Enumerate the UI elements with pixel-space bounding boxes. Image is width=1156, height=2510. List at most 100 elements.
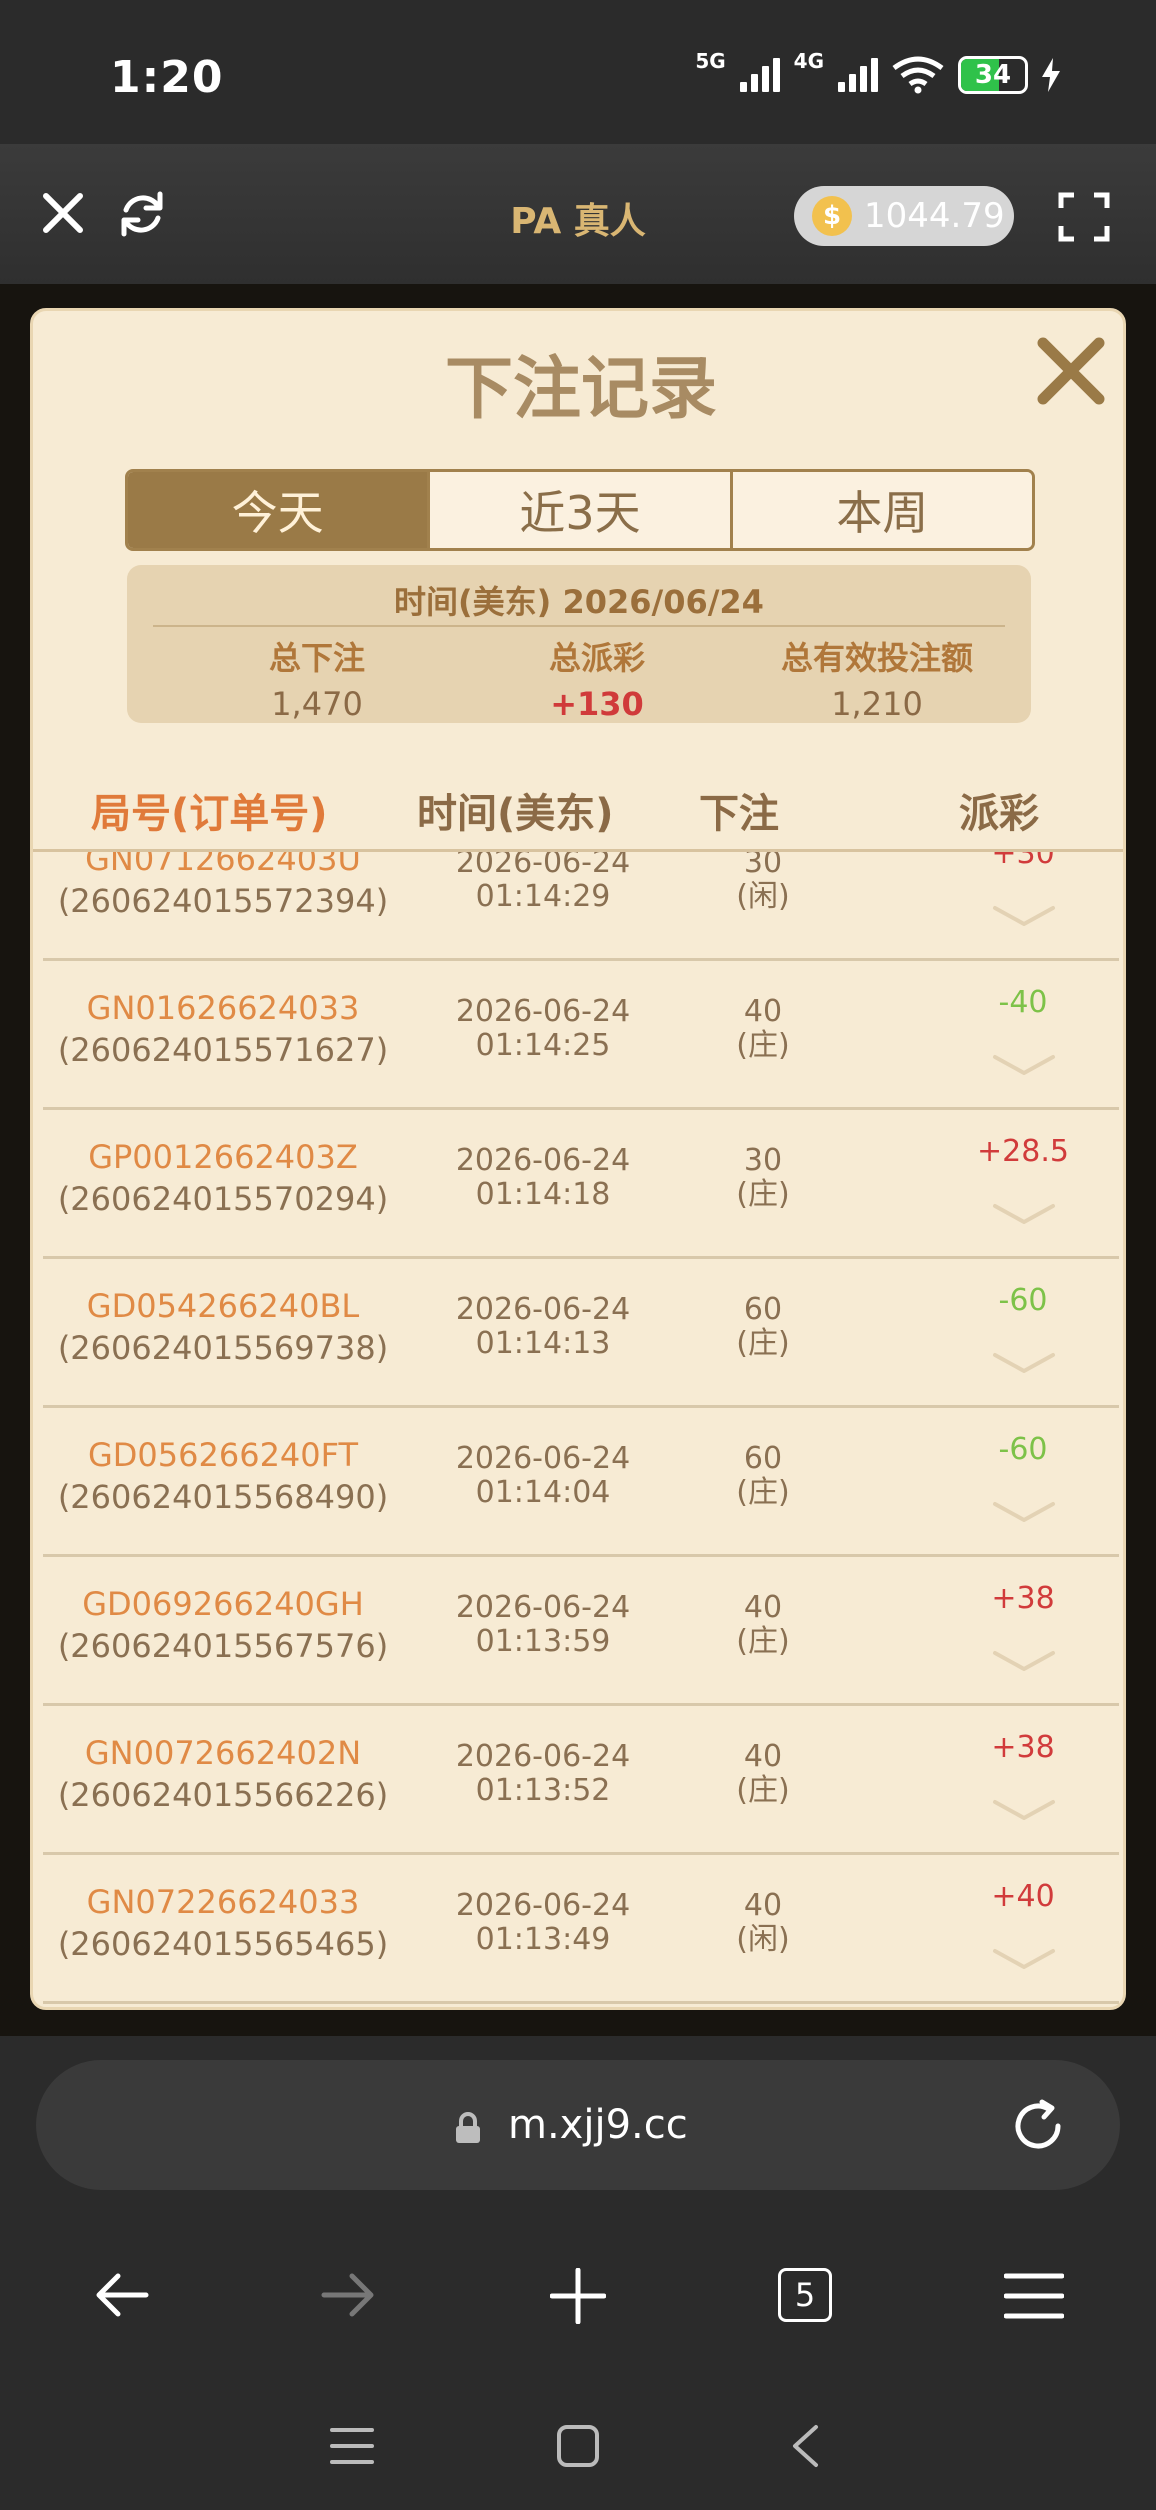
bet-cell: 30 (闲) <box>703 852 823 914</box>
game-id: GD069266240GH <box>82 1585 364 1623</box>
battery-icon: 34 <box>958 56 1028 94</box>
home-icon[interactable] <box>556 2424 600 2468</box>
payout-value: -40 <box>998 985 1048 1020</box>
bet-date: 2026-06-24 <box>455 1590 631 1625</box>
bet-date: 2026-06-24 <box>455 1143 631 1178</box>
table-row[interactable]: GN01626624033 (260624015571627) 2026-06-24… <box>43 961 1119 1110</box>
balance-value: 1044.79 <box>864 196 1005 236</box>
chevron-down-icon[interactable] <box>991 1947 1057 1971</box>
bet-time: 01:14:25 <box>475 1028 611 1063</box>
total-payout-value: +130 <box>550 685 644 723</box>
game-id: GN07226624033 <box>86 1883 360 1921</box>
network-type-2: 4G <box>793 49 824 73</box>
order-number: (260624015571627) <box>57 1031 389 1069</box>
bet-cell: 40 (闲) <box>703 1889 823 1957</box>
divider <box>153 625 1005 627</box>
tab-last-3-days[interactable]: 近3天 <box>430 472 733 548</box>
signal-icon <box>739 58 780 92</box>
url-text: m.xjj9.cc <box>508 2102 688 2148</box>
bet-amount: 30 <box>743 852 783 880</box>
total-bet-col: 总下注 1,470 <box>167 633 467 723</box>
table-row[interactable]: GN07226624033 (260624015565465) 2026-06-24… <box>43 1855 1119 2004</box>
game-id: GN01626624033 <box>86 989 360 1027</box>
col-header-id: 局号(订单号) <box>91 791 328 837</box>
game-id-cell: GN07226624033 (260624015565465) <box>43 1883 403 1963</box>
game-id-cell: GN01626624033 (260624015571627) <box>43 989 403 1069</box>
system-back-icon[interactable] <box>790 2424 820 2468</box>
table-row[interactable]: GN0712662403U (260624015572394) 2026-06-24… <box>43 852 1119 961</box>
recent-apps-icon[interactable] <box>330 2424 374 2468</box>
time-cell: 2026-06-24 01:13:52 <box>413 1740 673 1808</box>
bet-cell: 60 (庄) <box>703 1442 823 1510</box>
address-bar[interactable]: m.xjj9.cc <box>36 2060 1120 2190</box>
chevron-down-icon[interactable] <box>991 1649 1057 1673</box>
bet-time: 01:14:04 <box>475 1475 611 1510</box>
bet-date: 2026-06-24 <box>455 1739 631 1774</box>
total-bet-label: 总下注 <box>268 639 365 677</box>
bet-time: 01:13:59 <box>475 1624 611 1659</box>
bet-amount: 40 <box>743 1590 783 1625</box>
app-header: PA 真人 $ 1044.79 <box>0 144 1156 284</box>
bet-side: (庄) <box>736 1624 790 1659</box>
date-range-tabs: 今天 近3天 本周 <box>125 469 1035 551</box>
order-number: (260624015569738) <box>57 1329 389 1367</box>
forward-arrow-icon[interactable] <box>320 2270 376 2320</box>
time-cell: 2026-06-24 01:14:25 <box>413 995 673 1063</box>
table-row[interactable]: GN0072662402N (260624015566226) 2026-06-24… <box>43 1706 1119 1855</box>
system-nav <box>0 2424 1156 2484</box>
tab-today[interactable]: 今天 <box>128 472 431 548</box>
modal-close-icon[interactable] <box>1033 333 1109 409</box>
status-icons: 5G 4G 34 <box>695 49 1060 94</box>
payout-value: +38 <box>991 1730 1055 1765</box>
bet-time: 01:14:18 <box>475 1177 611 1212</box>
chevron-down-icon[interactable] <box>991 1202 1057 1226</box>
bet-time: 01:14:29 <box>475 879 611 914</box>
payout-value: -60 <box>998 1432 1048 1467</box>
order-number: (260624015567576) <box>57 1627 389 1665</box>
bet-amount: 40 <box>743 994 783 1029</box>
bet-cell: 40 (庄) <box>703 1740 823 1808</box>
bet-amount: 60 <box>743 1292 783 1327</box>
col-header-payout: 派彩 <box>959 791 1039 837</box>
menu-icon[interactable] <box>1004 2272 1064 2320</box>
bet-date: 2026-06-24 <box>455 1888 631 1923</box>
balance-pill[interactable]: $ 1044.79 <box>794 186 1014 246</box>
bet-cell: 30 (庄) <box>703 1144 823 1212</box>
game-id-cell: GD069266240GH (260624015567576) <box>43 1585 403 1665</box>
bet-date: 2026-06-24 <box>455 1441 631 1476</box>
table-row[interactable]: GD056266240FT (260624015568490) 2026-06-24… <box>43 1408 1119 1557</box>
tab-count-button[interactable]: 5 <box>778 2268 832 2322</box>
chevron-down-icon[interactable] <box>991 1798 1057 1822</box>
bet-side: (庄) <box>736 1326 790 1361</box>
bet-side: (闲) <box>736 879 790 914</box>
bet-record-rows: GN0712662403U (260624015572394) 2026-06-24… <box>33 852 1123 2004</box>
game-id-cell: GD056266240FT (260624015568490) <box>43 1436 403 1516</box>
chevron-down-icon[interactable] <box>991 904 1057 928</box>
game-id-cell: GN0072662402N (260624015566226) <box>43 1734 403 1814</box>
chevron-down-icon[interactable] <box>991 1053 1057 1077</box>
bet-time: 01:13:52 <box>475 1773 611 1808</box>
bet-amount: 60 <box>743 1441 783 1476</box>
fullscreen-icon[interactable] <box>1058 192 1110 242</box>
new-tab-plus-icon[interactable] <box>550 2268 606 2324</box>
time-cell: 2026-06-24 01:14:04 <box>413 1442 673 1510</box>
bet-record-modal: 下注记录 今天 近3天 本周 时间(美东) 2026/06/24 总下注 1,4… <box>30 308 1126 2010</box>
table-row[interactable]: GP0012662403Z (260624015570294) 2026-06-24… <box>43 1110 1119 1259</box>
time-cell: 2026-06-24 01:13:59 <box>413 1591 673 1659</box>
game-id: GP0012662403Z <box>88 1138 358 1176</box>
status-bar: 1:20 5G 4G 34 <box>0 0 1156 144</box>
bet-record-list[interactable]: GN0712662403U (260624015572394) 2026-06-24… <box>33 852 1123 2007</box>
reload-icon[interactable] <box>1008 2096 1068 2156</box>
table-row[interactable]: GD069266240GH (260624015567576) 2026-06-24… <box>43 1557 1119 1706</box>
chevron-down-icon[interactable] <box>991 1351 1057 1375</box>
tab-this-week[interactable]: 本周 <box>732 472 1032 548</box>
bet-side: (庄) <box>736 1475 790 1510</box>
table-row[interactable]: GD054266240BL (260624015569738) 2026-06-24… <box>43 1259 1119 1408</box>
back-arrow-icon[interactable] <box>94 2270 150 2320</box>
bet-amount: 40 <box>743 1739 783 1774</box>
payout-value: -60 <box>998 1283 1048 1318</box>
bet-cell: 60 (庄) <box>703 1293 823 1361</box>
chevron-down-icon[interactable] <box>991 1500 1057 1524</box>
valid-bet-label: 总有效投注额 <box>780 639 973 677</box>
game-id-cell: GN0712662403U (260624015572394) <box>43 852 403 920</box>
